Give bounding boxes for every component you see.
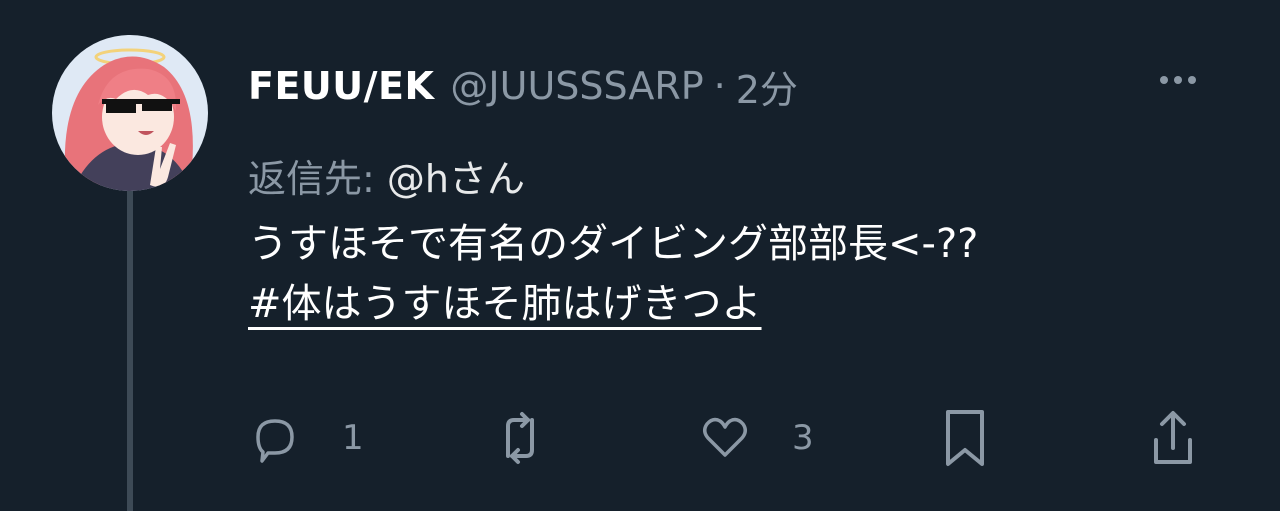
hashtag-link[interactable]: #体はうすほそ肺はげきつよ	[248, 281, 762, 327]
avatar[interactable]	[52, 35, 208, 191]
user-handle[interactable]: @JUUSSSARP	[450, 64, 703, 108]
share-icon	[1148, 408, 1198, 468]
reply-prefix: 返信先:	[248, 157, 375, 201]
retweet-icon	[492, 408, 546, 468]
display-name[interactable]: FEUU/EK	[248, 64, 434, 108]
thread-line	[127, 188, 133, 511]
tweet-text-line: うすほそで有名のダイビング部部長<-??	[248, 221, 979, 267]
reply-to: 返信先: @hさん	[248, 148, 525, 203]
tweet-text: うすほそで有名のダイビング部部長<-?? #体はうすほそ肺はげきつよ	[248, 214, 1248, 334]
reply-icon	[248, 411, 302, 465]
retweet-button[interactable]	[492, 408, 546, 468]
reply-count: 1	[342, 418, 364, 458]
separator-dot: ·	[713, 64, 726, 108]
like-count: 3	[792, 418, 814, 458]
share-button[interactable]	[1148, 408, 1198, 468]
reply-mention-link[interactable]: @hさん	[387, 157, 525, 201]
like-icon	[698, 411, 752, 465]
bookmark-icon	[940, 408, 990, 468]
more-icon[interactable]	[1154, 68, 1202, 92]
tweet-header: FEUU/EK @JUUSSSARP · 2分	[248, 58, 798, 114]
like-button[interactable]: 3	[698, 408, 814, 468]
reply-button[interactable]: 1	[248, 408, 364, 468]
bookmark-button[interactable]	[940, 408, 990, 468]
timestamp[interactable]: 2分	[736, 59, 798, 114]
